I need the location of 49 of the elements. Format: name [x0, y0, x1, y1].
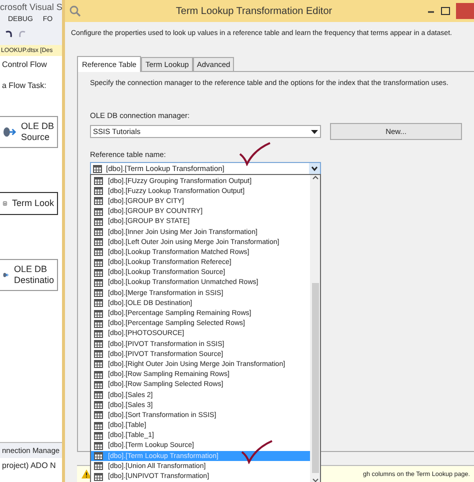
scroll-down-icon[interactable]: [312, 476, 318, 482]
table-icon: [94, 330, 103, 338]
dialog-title: Term Lookup Transformation Editor: [174, 6, 334, 16]
scroll-thumb[interactable]: [312, 282, 318, 473]
table-icon: [94, 432, 103, 440]
table-icon: [94, 401, 103, 410]
table-icon: [94, 248, 103, 256]
warning-icon: [81, 469, 92, 479]
table-icon: [94, 320, 103, 328]
check-mark-drawing: [240, 440, 274, 464]
table-icon: [94, 411, 103, 420]
scroll-up-icon[interactable]: [312, 175, 318, 181]
scrollbar[interactable]: [310, 175, 320, 482]
table-icon: [94, 391, 103, 400]
task-node[interactable]: OLE DB Destinatio: [0, 259, 58, 291]
table-icon: [94, 268, 103, 277]
task-node[interactable]: OLE DB Source: [0, 116, 58, 148]
table-icon: [94, 340, 103, 348]
table-icon: [94, 380, 103, 389]
table-icon: [94, 187, 103, 196]
table-icon: [94, 452, 103, 460]
table-icon: [94, 462, 103, 470]
table-icon: [94, 278, 103, 287]
table-icon: [94, 197, 103, 206]
table-icon: [94, 289, 103, 298]
source-icon: [3, 126, 16, 138]
app-icon: [69, 5, 81, 17]
table-icon: [94, 208, 103, 216]
table-icon: [94, 299, 103, 308]
table-icon: [94, 360, 103, 368]
table-icon: [94, 238, 103, 246]
table-icon: [94, 218, 103, 226]
table-icon: [94, 258, 103, 267]
check-mark-drawing: [238, 142, 272, 166]
table-icon: [94, 228, 103, 236]
connection-item[interactable]: project) ADO N: [0, 458, 62, 482]
undo-icon[interactable]: [4, 29, 14, 39]
table-icon: [94, 422, 103, 430]
window-title: crosoft Visual S: [0, 1, 62, 14]
table-icon: [94, 350, 103, 358]
task-node[interactable]: Term Look: [0, 192, 58, 215]
table-icon: [94, 472, 103, 481]
table-icon: [94, 370, 103, 379]
table-icon: [94, 310, 103, 318]
designer-tab[interactable]: Control Flow: [0, 56, 62, 73]
table-icon: [94, 177, 103, 186]
table-icon: [94, 442, 103, 450]
maximize-icon[interactable]: [441, 7, 450, 15]
task-label: a Flow Task:: [0, 73, 62, 98]
